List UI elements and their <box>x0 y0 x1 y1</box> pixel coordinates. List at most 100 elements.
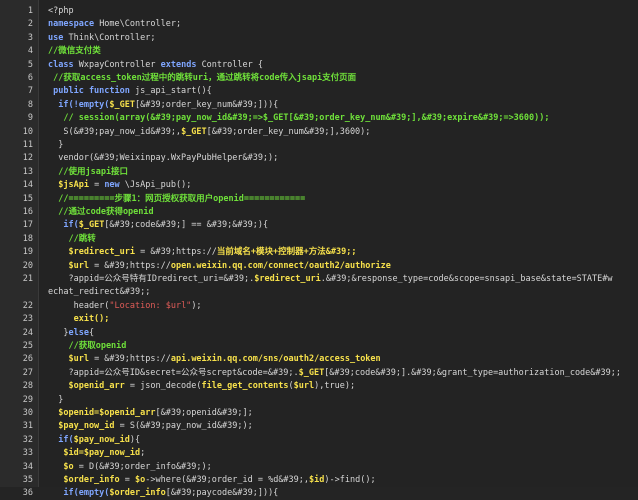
code-token: $redirect_uri <box>254 274 321 284</box>
code-token: = &#39;https:// <box>135 247 217 258</box>
code-token: [&#39;code&#39;].&#39;&grant_type=author… <box>324 367 621 378</box>
code-token: } <box>48 327 69 338</box>
code-line: 12 vendor(&#39;Weixinpay.WxPayPubHelper&… <box>0 152 638 165</box>
code-text: } <box>48 139 63 152</box>
code-token: \JsApi_pub(); <box>124 180 192 191</box>
code-text: vendor(&#39;Weixinpay.WxPayPubHelper&#39… <box>48 152 278 165</box>
code-token: ){ <box>129 434 141 445</box>
code-text: }else{ <box>48 327 94 340</box>
code-text: //=========步骤1：网页授权获取用户openid===========… <box>48 193 305 206</box>
code-token: ?appid=公众号ID&secret=公众号scrept&code=&#39;… <box>48 367 299 378</box>
code-text: ?appid=公众号ID&secret=公众号scrept&code=&#39;… <box>48 367 621 380</box>
code-line: 32 if($pay_now_id){ <box>0 434 638 447</box>
code-token: { <box>88 327 95 338</box>
code-token: $_GET <box>78 220 105 231</box>
code-token: exit(); <box>48 314 110 325</box>
line-number: 25 <box>22 341 33 351</box>
code-line: 31 $pay_now_id = S(&#39;pay_now_id&#39;)… <box>0 420 638 433</box>
code-token: public function <box>48 86 135 97</box>
code-text: <?php <box>48 5 74 18</box>
code-line: 10 S(&#39;pay_now_id&#39;,$_GET[&#39;ord… <box>0 126 638 139</box>
code-token: = &#39;https:// <box>88 260 171 271</box>
line-number: 31 <box>22 421 33 432</box>
code-line: 6 //获取access_token过程中的跳转uri，通过跳转将code传入j… <box>0 72 638 85</box>
code-line: 14 $jsApi = new \JsApi_pub(); <box>0 179 638 192</box>
code-text: ?appid=公众号特有IDredirect_uri=&#39;.$redire… <box>48 273 612 286</box>
code-text: header("Location: $url"); <box>48 300 202 313</box>
line-number: 2 <box>27 19 33 30</box>
code-token: <?php <box>48 6 74 16</box>
code-text: $order_info = $o->where(&#39;order_id = … <box>48 474 375 487</box>
code-line: 3 use Think\Controller; <box>0 32 638 45</box>
code-token: S(&#39;pay_now_id&#39;, <box>48 126 182 137</box>
code-token: extends <box>160 59 202 70</box>
code-token: $redirect_uri <box>48 247 135 258</box>
code-line: 33 $id=$pay_now_id; <box>0 447 638 460</box>
code-line: 17 if($_GET[&#39;code&#39;] == &#39;&#39… <box>0 219 638 232</box>
code-text: //获取access_token过程中的跳转uri，通过跳转将code传入jsa… <box>48 72 356 85</box>
code-text: $redirect_uri = &#39;https://当前域名+模块+控制器… <box>48 246 356 259</box>
code-token: ; <box>140 448 146 459</box>
code-token: [&#39;order_key_num&#39;],3600); <box>206 126 371 137</box>
code-token: file_get_contents <box>201 381 289 392</box>
code-line: 25 //获取openid <box>0 340 638 353</box>
line-number: 26 <box>22 354 33 365</box>
line-number: 11 <box>22 140 33 150</box>
code-token: ->where(&#39;order_id = %d&#39;, <box>145 475 310 485</box>
line-number: 27 <box>22 367 33 378</box>
code-token: $jsApi <box>48 180 89 191</box>
code-text: $o = D(&#39;order_info&#39;); <box>48 461 211 474</box>
code-token: $url <box>48 354 89 365</box>
line-number: 16 <box>22 207 33 217</box>
code-token: $id <box>309 475 325 485</box>
code-line: 11 } <box>0 139 638 152</box>
code-token: ?appid=公众号特有IDredirect_uri=&#39;. <box>48 274 255 284</box>
code-token: //获取access_token过程中的跳转uri，通过跳转将code传入jsa… <box>48 73 357 83</box>
code-token: 当前域名+模块+控制器+方法&#39;; <box>216 247 357 258</box>
code-token: [&#39;code&#39;] == &#39;&#39;){ <box>104 220 269 231</box>
line-number: 8 <box>27 99 33 110</box>
code-line: 24 }else{ <box>0 327 638 340</box>
code-token: js_api_start(){ <box>135 86 212 97</box>
code-text: $pay_now_id = S(&#39;pay_now_id&#39;); <box>48 420 252 433</box>
code-text: namespace Home\Controller; <box>48 18 181 31</box>
line-number: 20 <box>22 260 33 271</box>
code-line: 23 exit(); <box>0 313 638 326</box>
code-token: $order_info <box>109 488 166 499</box>
code-token: ); <box>191 300 202 311</box>
code-line: 30 $openid=$openid_arr[&#39;openid&#39;]… <box>0 407 638 420</box>
code-token: Controller { <box>201 59 263 70</box>
line-number: 22 <box>22 300 33 311</box>
code-text: //跳转 <box>48 233 95 246</box>
line-number: 19 <box>22 247 33 258</box>
code-line: 22 header("Location: $url"); <box>0 300 638 313</box>
code-token: $url <box>48 260 89 271</box>
code-token: api.weixin.qq.com/sns/oauth2/access_toke… <box>170 354 381 365</box>
code-text: $openid_arr = json_decode(file_get_conte… <box>48 380 355 393</box>
code-token: //获取openid <box>48 341 127 351</box>
code-line: 28 $openid_arr = json_decode(file_get_co… <box>0 380 638 393</box>
code-text: //微信支付类 <box>48 45 101 58</box>
code-line: 5 class WxpayController extends Controlle… <box>0 59 638 72</box>
code-token: $openid=$openid_arr <box>48 408 156 418</box>
line-number: 17 <box>22 220 33 231</box>
code-text: S(&#39;pay_now_id&#39;,$_GET[&#39;order_… <box>48 126 370 139</box>
code-token: Think\Controller; <box>68 32 156 43</box>
code-text: if($_GET[&#39;code&#39;] == &#39;&#39;){ <box>48 219 268 232</box>
code-token: $_GET <box>109 99 136 110</box>
code-token: = &#39;https:// <box>88 354 171 365</box>
code-token: header( <box>48 300 110 311</box>
code-token: $pay_now_id <box>48 421 115 432</box>
code-token: use <box>48 32 69 43</box>
code-token: [&#39;openid&#39;]; <box>155 408 253 418</box>
code-editor[interactable]: 1 <?php 2 namespace Home\Controller; 3 use Th… <box>0 0 638 498</box>
line-number: 5 <box>27 59 33 70</box>
code-token: class <box>48 59 79 70</box>
line-number: 33 <box>22 448 33 459</box>
line-number: 3 <box>27 32 33 43</box>
code-token: //微信支付类 <box>48 46 101 57</box>
code-text: //获取openid <box>48 340 126 353</box>
code-line: 18 //跳转 <box>0 233 638 246</box>
code-line: 9 // session(array(&#39;pay_now_id&#39;=… <box>0 112 638 125</box>
line-number: 15 <box>22 193 33 204</box>
